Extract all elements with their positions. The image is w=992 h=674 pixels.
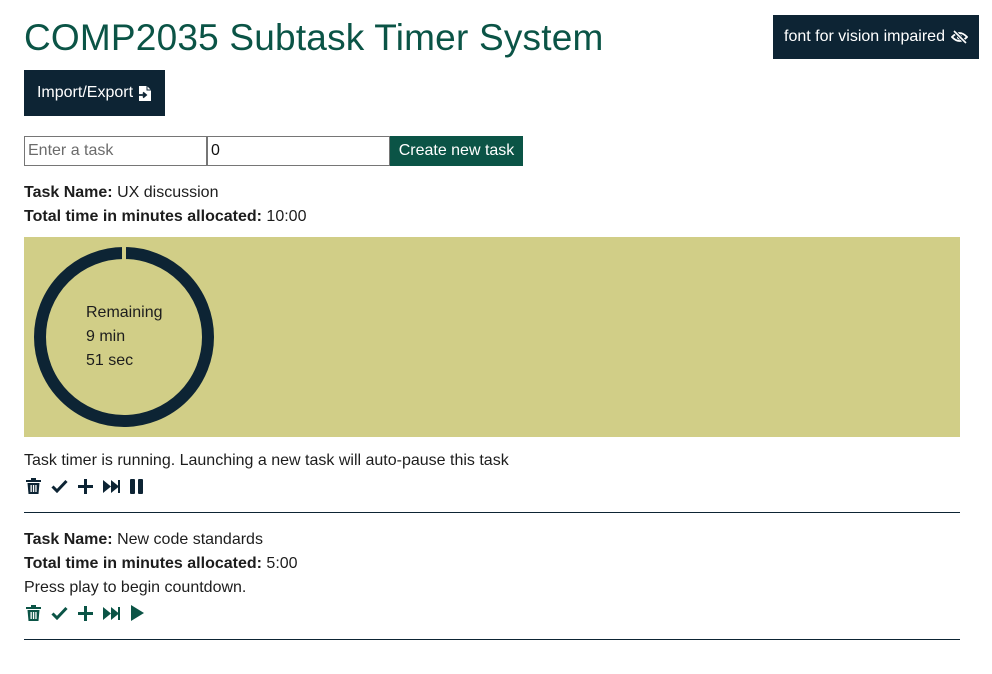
task-total-row: Total time in minutes allocated: 5:00 — [24, 552, 960, 576]
task-minutes-input[interactable] — [207, 136, 390, 166]
trash-icon[interactable] — [24, 477, 42, 495]
pause-icon[interactable] — [128, 477, 146, 495]
remaining-minutes: 9 min — [86, 328, 126, 345]
task-actions — [24, 477, 146, 495]
task-total-value: 10:00 — [266, 208, 307, 225]
task-actions — [24, 604, 146, 622]
plus-icon[interactable] — [76, 604, 94, 622]
import-export-label: Import/Export — [36, 84, 134, 101]
task-name-label: Task Name: — [24, 531, 113, 548]
vision-button-label: font for vision impaired — [784, 28, 945, 45]
remaining-label: Remaining — [86, 304, 163, 321]
remaining-seconds: 51 sec — [86, 352, 134, 369]
fast-forward-icon[interactable] — [102, 604, 120, 622]
task-card: Task Name: New code standards Total time… — [24, 528, 960, 640]
task-total-label: Total time in minutes allocated: — [24, 555, 262, 572]
task-divider — [24, 639, 960, 640]
new-task-form: Create new task — [24, 136, 523, 166]
task-status: Press play to begin countdown. — [24, 579, 247, 596]
file-import-icon — [138, 85, 152, 102]
countdown-text: Remaining 9 min 51 sec — [86, 301, 162, 373]
trash-icon[interactable] — [24, 604, 42, 622]
page-title: COMP2035 Subtask Timer System — [24, 17, 604, 58]
fast-forward-icon[interactable] — [102, 477, 120, 495]
import-export-button[interactable]: Import/Export — [24, 70, 165, 116]
countdown-ring-gap — [122, 246, 126, 260]
task-name-value: New code standards — [117, 531, 263, 548]
eye-slash-icon — [950, 30, 968, 44]
task-name-label: Task Name: — [24, 184, 113, 201]
task-divider — [24, 512, 960, 513]
task-name-row: Task Name: UX discussion — [24, 181, 960, 205]
task-total-value: 5:00 — [266, 555, 298, 572]
task-name-row: Task Name: New code standards — [24, 528, 960, 552]
plus-icon[interactable] — [76, 477, 94, 495]
task-name-input[interactable] — [24, 136, 207, 166]
task-status: Task timer is running. Launching a new t… — [24, 452, 509, 469]
task-total-label: Total time in minutes allocated: — [24, 208, 262, 225]
task-total-row: Total time in minutes allocated: 10:00 — [24, 205, 960, 229]
task-name-value: UX discussion — [117, 184, 219, 201]
timer-panel: Remaining 9 min 51 sec — [24, 237, 960, 437]
play-icon[interactable] — [128, 604, 146, 622]
check-icon[interactable] — [50, 477, 68, 495]
check-icon[interactable] — [50, 604, 68, 622]
create-task-button[interactable]: Create new task — [390, 136, 523, 166]
vision-impaired-font-button[interactable]: font for vision impaired — [773, 15, 979, 59]
task-card: Task Name: UX discussion Total time in m… — [24, 181, 960, 513]
